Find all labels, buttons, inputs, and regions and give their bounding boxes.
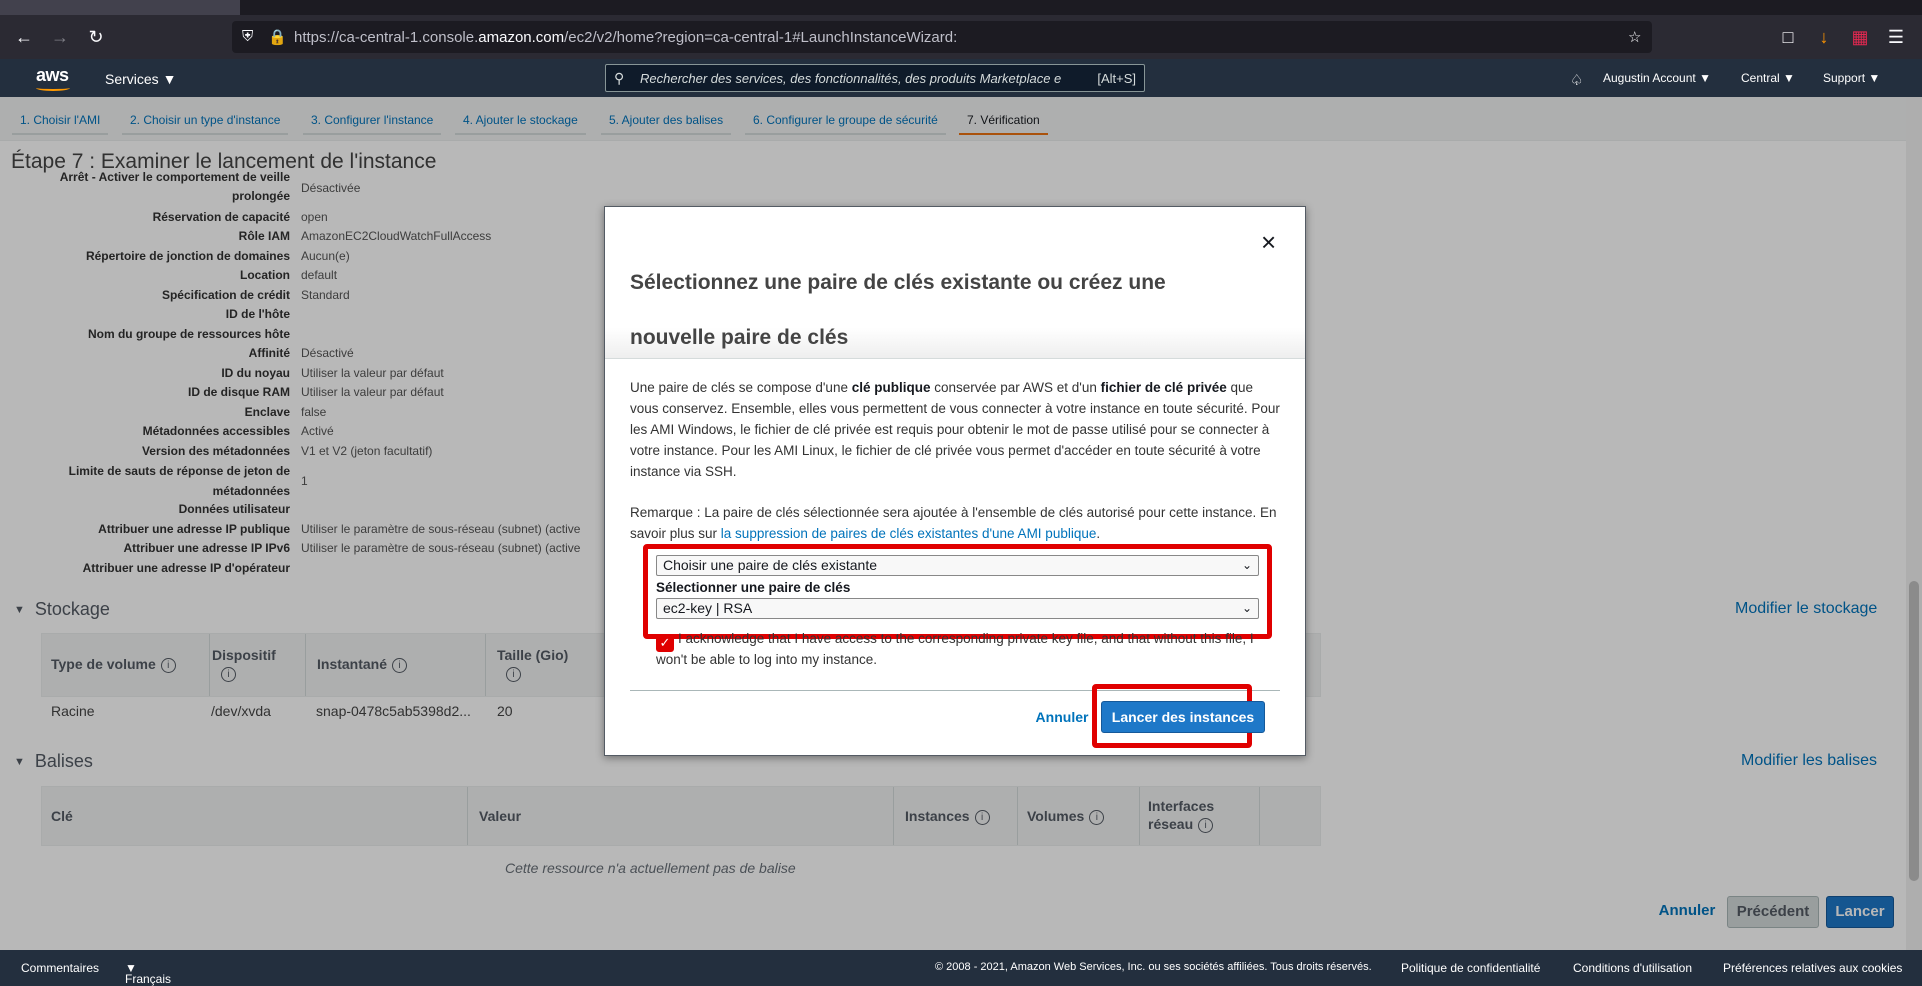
support-menu[interactable]: Support ▼ [1823,71,1880,85]
aws-header: aws Services ▼ ⚲ Rechercher des services… [0,59,1922,97]
dialog-title: Sélectionnez une paire de clés existante… [630,271,1166,349]
key-pair-select-label: Sélectionner une paire de clés [656,580,851,595]
menu-icon[interactable]: ☰ [1884,26,1908,50]
key-pair-dialog: × Sélectionnez une paire de clés existan… [604,206,1306,756]
dialog-header: × Sélectionnez une paire de clés existan… [605,207,1305,359]
aws-logo-smile [36,85,70,91]
key-pair-select[interactable]: ec2-key | RSA ⌄ [656,598,1259,619]
search-input[interactable]: ⚲ Rechercher des services, des fonctionn… [605,64,1145,92]
search-shortcut: [Alt+S] [1097,71,1136,86]
privacy-link[interactable]: Politique de confidentialité [1401,961,1540,975]
chevron-down-icon: ⌄ [1241,601,1252,615]
aws-logo[interactable]: aws [36,65,69,86]
address-bar[interactable]: ⛨ 🔒 https://ca-central-1.console.amazon.… [232,21,1652,53]
browser-tab[interactable] [0,0,240,15]
bell-icon[interactable]: ♤ [1570,71,1583,89]
account-menu[interactable]: Augustin Account ▼ [1603,71,1711,85]
extension-icon[interactable]: ▦ [1848,26,1872,50]
browser-toolbar: ← → ↻ ⛨ 🔒 https://ca-central-1.console.a… [0,15,1922,59]
reload-icon[interactable]: ↻ [84,26,108,50]
lock-icon[interactable]: 🔒 [268,28,287,46]
chevron-down-icon: ⌄ [1241,558,1252,572]
dialog-description: Une paire de clés se compose d'une clé p… [630,380,1280,479]
region-menu[interactable]: Central ▼ [1741,71,1795,85]
back-icon[interactable]: ← [12,26,36,50]
select-value: ec2-key | RSA [663,600,753,616]
url-text: https://ca-central-1.console.amazon.com/… [294,29,958,46]
dialog-note: Remarque : La paire de clés sélectionnée… [630,505,1277,541]
cookies-link[interactable]: Préférences relatives aux cookies [1723,961,1902,975]
key-pair-option-select[interactable]: Choisir une paire de clés existante ⌄ [656,555,1259,576]
remove-key-pairs-link[interactable]: la suppression de paires de clés existan… [721,526,1097,541]
dialog-cancel-button[interactable]: Annuler [1031,702,1093,734]
launch-instances-button[interactable]: Lancer des instances [1101,701,1265,733]
terms-link[interactable]: Conditions d'utilisation [1573,961,1692,975]
search-icon: ⚲ [614,70,625,86]
aws-footer: Commentaires Français ▼ © 2008 - 2021, A… [0,950,1922,986]
bookmark-star-icon[interactable]: ☆ [1628,28,1641,46]
download-icon[interactable]: ↓ [1812,26,1836,50]
pocket-icon[interactable]: □ [1776,26,1800,50]
language-selector[interactable]: Français ▼ [125,961,171,986]
feedback-link[interactable]: Commentaires [21,961,99,975]
search-placeholder: Rechercher des services, des fonctionnal… [640,71,1062,86]
forward-icon[interactable]: → [48,26,72,50]
select-value: Choisir une paire de clés existante [663,557,878,573]
services-menu[interactable]: Services ▼ [105,71,176,87]
close-icon[interactable]: × [1261,227,1276,258]
browser-tab-strip [0,0,1922,15]
shield-icon[interactable]: ⛨ [242,28,253,45]
copyright-text: © 2008 - 2021, Amazon Web Services, Inc.… [935,961,1372,973]
acknowledge-label: I acknowledge that I have access to the … [656,631,1254,667]
